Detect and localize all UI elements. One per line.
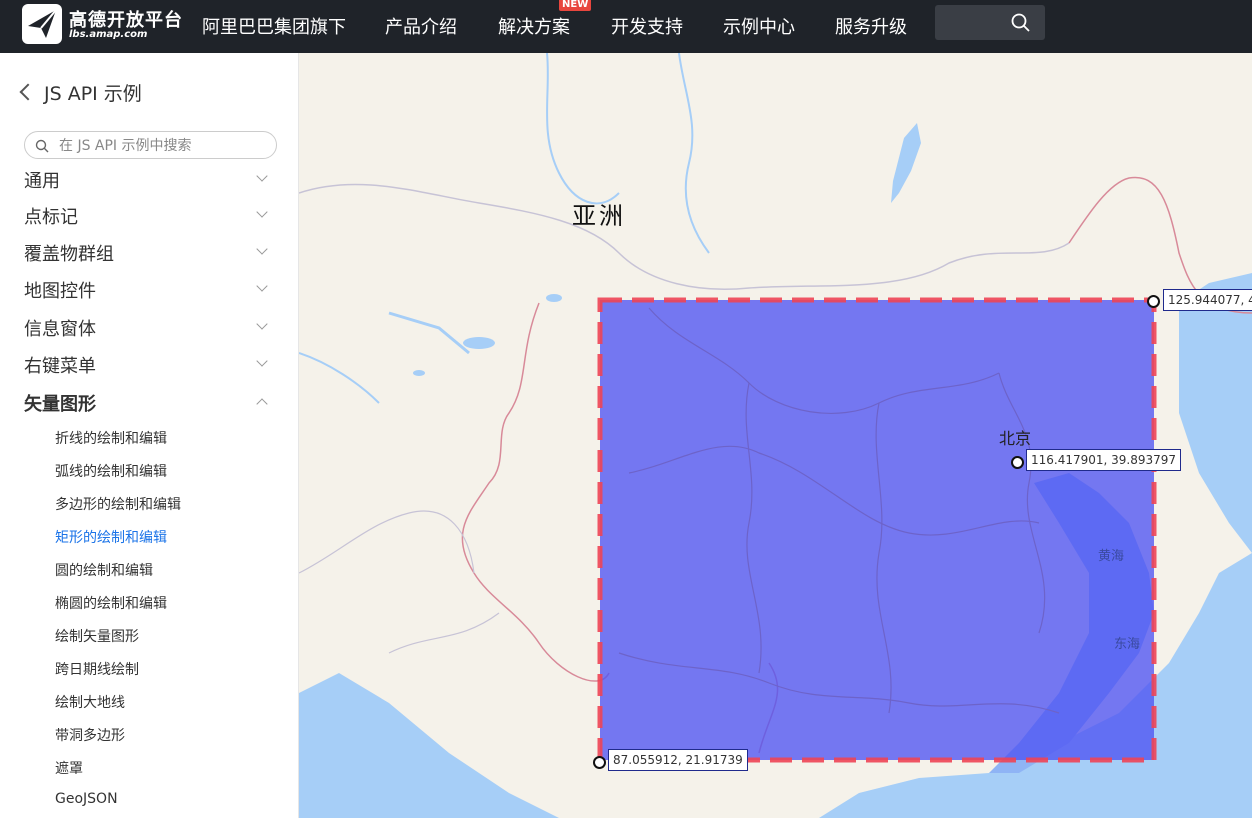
coord-label-sw: 87.055912, 21.91739 bbox=[608, 749, 748, 771]
subitem-ellipse[interactable]: 椭圆的绘制和编辑 bbox=[55, 593, 167, 613]
subitem-geodesic[interactable]: 绘制大地线 bbox=[55, 692, 125, 712]
sidebar-search bbox=[24, 131, 277, 159]
rectangle-ne-handle[interactable] bbox=[1147, 295, 1160, 308]
search-icon[interactable] bbox=[1011, 13, 1031, 37]
subitem-polygon-hole[interactable]: 带洞多边形 bbox=[55, 725, 125, 745]
chevron-down-icon bbox=[256, 170, 268, 182]
chevron-down-icon bbox=[256, 318, 268, 330]
sea-label-east: 东海 bbox=[1114, 637, 1141, 652]
subitem-arc[interactable]: 弧线的绘制和编辑 bbox=[55, 461, 167, 481]
nav-examples[interactable]: 示例中心 bbox=[723, 13, 795, 39]
search-icon bbox=[35, 138, 49, 157]
nav-dev-support[interactable]: 开发支持 bbox=[611, 13, 683, 39]
top-nav: 高德开放平台 lbs.amap.com 阿里巴巴集团旗下 产品介绍 解决方案 N… bbox=[0, 0, 1252, 53]
brand-logo[interactable]: 高德开放平台 lbs.amap.com bbox=[22, 4, 187, 46]
chevron-down-icon bbox=[256, 280, 268, 292]
coord-label-center: 116.417901, 39.893797 bbox=[1026, 449, 1182, 471]
subitem-mask[interactable]: 遮罩 bbox=[55, 758, 83, 778]
rectangle-center-handle[interactable] bbox=[1011, 456, 1024, 469]
category-context-menu[interactable]: 右键菜单 bbox=[24, 352, 274, 378]
paper-plane-icon bbox=[22, 4, 62, 44]
category-general[interactable]: 通用 bbox=[24, 167, 274, 193]
chevron-up-icon bbox=[256, 398, 268, 410]
category-info-window[interactable]: 信息窗体 bbox=[24, 315, 274, 341]
nav-search-input[interactable] bbox=[943, 11, 1011, 35]
rectangle-overlay[interactable] bbox=[299, 53, 1252, 818]
nav-search bbox=[935, 5, 1045, 40]
coord-label-ne: 125.944077, 4 bbox=[1163, 289, 1252, 311]
sea-label-yellow: 黄海 bbox=[1098, 549, 1125, 564]
category-markers[interactable]: 点标记 bbox=[24, 203, 274, 229]
back-link[interactable]: JS API 示例 bbox=[19, 79, 142, 106]
chevron-down-icon bbox=[256, 206, 268, 218]
nav-alibaba[interactable]: 阿里巴巴集团旗下 bbox=[202, 13, 346, 39]
category-map-controls[interactable]: 地图控件 bbox=[24, 277, 274, 303]
city-label: 北京 bbox=[999, 429, 1032, 448]
subitem-circle[interactable]: 圆的绘制和编辑 bbox=[55, 560, 153, 580]
back-label: JS API 示例 bbox=[44, 83, 142, 105]
subitem-polyline[interactable]: 折线的绘制和编辑 bbox=[55, 428, 167, 448]
brand-subtitle: lbs.amap.com bbox=[69, 29, 148, 40]
sidebar-search-input[interactable] bbox=[57, 136, 271, 156]
map-canvas[interactable]: 亚洲 北京 黄海 东海 125.944077, 4 116.417901, 39… bbox=[299, 53, 1252, 818]
chevron-left-icon bbox=[19, 83, 37, 101]
category-overlay-groups[interactable]: 覆盖物群组 bbox=[24, 240, 274, 266]
nav-upgrade[interactable]: 服务升级 bbox=[835, 13, 907, 39]
new-badge: NEW bbox=[559, 0, 592, 11]
nav-solutions[interactable]: 解决方案 bbox=[498, 13, 570, 39]
subitem-rectangle[interactable]: 矩形的绘制和编辑 bbox=[55, 527, 167, 547]
subitem-polygon[interactable]: 多边形的绘制和编辑 bbox=[55, 494, 181, 514]
subitem-geojson[interactable]: GeoJSON bbox=[55, 791, 118, 807]
subitem-draw-vector[interactable]: 绘制矢量图形 bbox=[55, 626, 139, 646]
continent-label: 亚洲 bbox=[572, 202, 626, 230]
chevron-down-icon bbox=[256, 243, 268, 255]
nav-products[interactable]: 产品介绍 bbox=[385, 13, 457, 39]
example-list: 通用 点标记 覆盖物群组 地图控件 信息窗体 右键菜单 矢量图形 折线的绘制和编… bbox=[0, 165, 298, 818]
rectangle-sw-handle[interactable] bbox=[593, 756, 606, 769]
chevron-down-icon bbox=[256, 355, 268, 367]
sidebar: JS API 示例 通用 点标记 覆盖物群组 地图控件 信息窗体 bbox=[0, 53, 299, 818]
subitem-dateline[interactable]: 跨日期线绘制 bbox=[55, 659, 139, 679]
category-vector-shapes[interactable]: 矢量图形 bbox=[24, 390, 274, 416]
